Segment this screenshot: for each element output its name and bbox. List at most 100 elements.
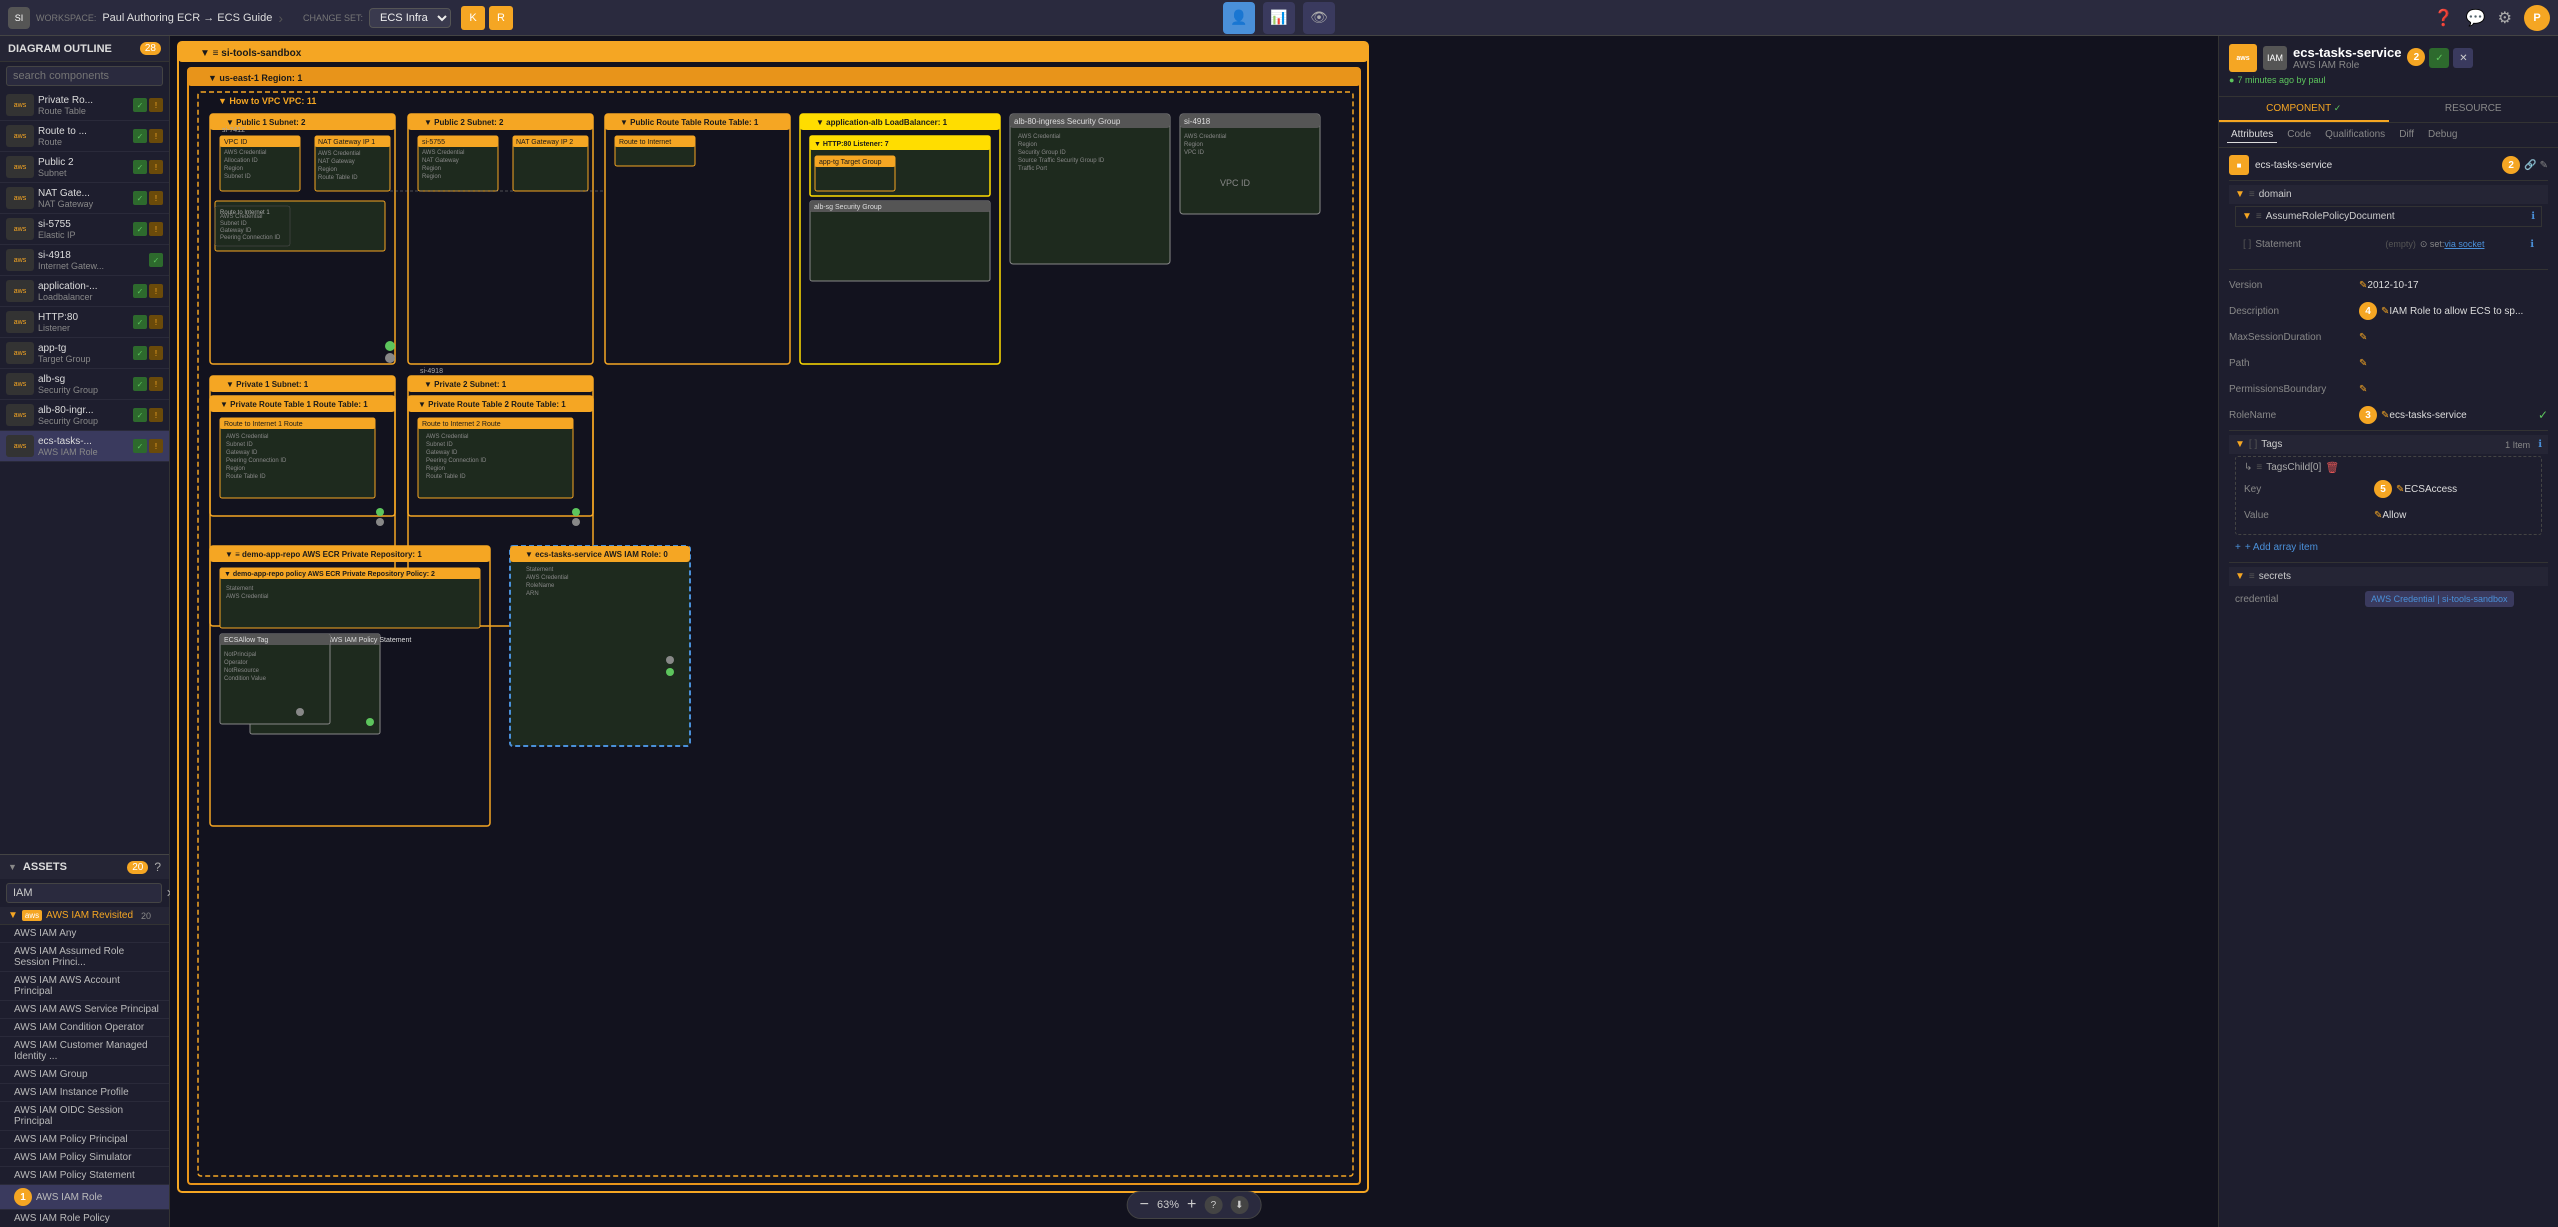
subtab-qualifications[interactable]: Qualifications (2321, 127, 2389, 143)
rp-close-button[interactable]: ✕ (2453, 48, 2473, 68)
person-icon[interactable]: 👤 (1223, 2, 1255, 34)
assets-search-input[interactable] (6, 883, 162, 903)
permissions-edit-icon[interactable]: ✎ (2359, 384, 2367, 395)
rp-name-color-swatch[interactable]: ■ (2229, 155, 2249, 175)
sidebar-item-application-text: application-... Loadbalancer (38, 281, 129, 302)
rp-panel-content: ■ ecs-tasks-service 2 🔗 ✎ ▼ ≡ domain (2219, 148, 2558, 1227)
subtab-diff[interactable]: Diff (2395, 127, 2418, 143)
asset-iam-instance[interactable]: AWS IAM Instance Profile (0, 1084, 169, 1102)
key-edit-icon[interactable]: ✎ (2396, 484, 2404, 495)
tags-child-delete-icon[interactable]: 🗑 (2325, 461, 2339, 474)
asset-iam-group[interactable]: AWS IAM Group (0, 1066, 169, 1084)
zoom-in-button[interactable]: + (1187, 1196, 1196, 1214)
sidebar-item-si5755[interactable]: aws si-5755 Elastic IP ✓ ! (0, 214, 169, 245)
sidebar-item-nat-gate[interactable]: aws NAT Gate... NAT Gateway ✓ ! (0, 183, 169, 214)
svg-text:AWS Credential: AWS Credential (318, 151, 360, 157)
version-edit-icon[interactable]: ✎ (2359, 280, 2367, 291)
asset-iam-customer[interactable]: AWS IAM Customer Managed Identity ... (0, 1037, 169, 1066)
description-edit-icon[interactable]: ✎ (2381, 306, 2389, 317)
eye-icon[interactable]: 👁 (1303, 2, 1335, 34)
svg-text:NAT Gateway IP 1: NAT Gateway IP 1 (318, 139, 375, 146)
help-icon[interactable]: ❓ (2434, 8, 2454, 28)
sidebar-item-si5755-sub: Elastic IP (38, 230, 129, 240)
tags-info-icon[interactable]: ℹ (2538, 439, 2542, 450)
check-icon-6: ✓ (149, 253, 163, 267)
subtab-debug[interactable]: Debug (2424, 127, 2461, 143)
assets-category-iam[interactable]: ▼ aws AWS IAM Revisited 20 (0, 907, 169, 925)
rp-assume-role-header[interactable]: ▼ ≡ AssumeRolePolicyDocument ℹ (2235, 206, 2542, 227)
assume-info-icon[interactable]: ℹ (2531, 211, 2535, 222)
sidebar-item-si5755-name: si-5755 (38, 219, 129, 230)
sidebar-item-public2[interactable]: aws Public 2 Subnet ✓ ! (0, 152, 169, 183)
asset-iam-policy-principal[interactable]: AWS IAM Policy Principal (0, 1131, 169, 1149)
sidebar-item-albsg[interactable]: aws alb-sg Security Group ✓ ! (0, 369, 169, 400)
rp-domain-header[interactable]: ▼ ≡ domain (2229, 185, 2548, 204)
sidebar-item-ecstasks[interactable]: aws ecs-tasks-... AWS IAM Role ✓ ! (0, 431, 169, 462)
asset-iam-oidc[interactable]: AWS IAM OIDC Session Principal (0, 1102, 169, 1131)
sidebar-item-route-to[interactable]: aws Route to ... Route ✓ ! (0, 121, 169, 152)
sidebar-item-si4918[interactable]: aws si-4918 Internet Gatew... ✓ (0, 245, 169, 276)
rp-link-icon[interactable]: 🔗 (2524, 160, 2536, 171)
assets-icon-left: ▼ (8, 862, 17, 872)
path-edit-icon[interactable]: ✎ (2359, 358, 2367, 369)
sidebar-item-application[interactable]: aws application-... Loadbalancer ✓ ! (0, 276, 169, 307)
asset-iam-policy-statement[interactable]: AWS IAM Policy Statement (0, 1167, 169, 1185)
sidebar-item-ecstasks-text: ecs-tasks-... AWS IAM Role (38, 436, 129, 457)
rp-secrets-header[interactable]: ▼ ≡ secrets (2229, 567, 2548, 586)
sidebar-item-ecstasks-name: ecs-tasks-... (38, 436, 129, 447)
rolename-edit-icon[interactable]: ✎ (2381, 410, 2389, 421)
statement-info-icon[interactable]: ℹ (2530, 239, 2534, 250)
asset-iam-policy-simulator[interactable]: AWS IAM Policy Simulator (0, 1149, 169, 1167)
settings-icon[interactable]: ⚙ (2498, 8, 2512, 28)
diagram-svg: ▼ ≡ si-tools-sandbox ▼ us-east-1 Region:… (170, 36, 2218, 1227)
warning-icon: ! (149, 98, 163, 112)
sidebar-item-http80[interactable]: aws HTTP:80 Listener ✓ ! (0, 307, 169, 338)
value-edit-icon[interactable]: ✎ (2374, 510, 2382, 521)
asset-iam-service[interactable]: AWS IAM AWS Service Principal (0, 1001, 169, 1019)
svg-text:Region: Region (1018, 142, 1037, 148)
svg-text:Peering Connection ID: Peering Connection ID (426, 458, 487, 464)
rp-edit-name-icon[interactable]: ✎ (2540, 160, 2548, 171)
tab-component[interactable]: COMPONENT ✓ (2219, 97, 2389, 122)
svg-text:AWS Credential: AWS Credential (526, 575, 568, 581)
svg-text:Subnet ID: Subnet ID (426, 442, 453, 448)
asset-iam-role[interactable]: 1 AWS IAM Role (0, 1185, 169, 1210)
sidebar-item-alb80ingr[interactable]: aws alb-80-ingr... Security Group ✓ ! (0, 400, 169, 431)
assets-help-icon[interactable]: ? (154, 860, 161, 874)
chart-icon[interactable]: 📊 (1263, 2, 1295, 34)
asset-iam-role-policy[interactable]: AWS IAM Role Policy (0, 1210, 169, 1227)
svg-text:si-4918: si-4918 (420, 368, 443, 375)
k-button[interactable]: K (461, 6, 485, 30)
via-socket-link[interactable]: via socket (2444, 239, 2484, 249)
svg-text:Region: Region (422, 166, 441, 172)
diagram-outline-title: DIAGRAM OUTLINE (8, 43, 112, 55)
sidebar-item-nat-actions: ✓ ! (133, 191, 163, 205)
subtab-code[interactable]: Code (2283, 127, 2315, 143)
asset-iam-any[interactable]: AWS IAM Any (0, 925, 169, 943)
subtab-attributes[interactable]: Attributes (2227, 127, 2277, 143)
rp-component-type: AWS IAM Role (2293, 60, 2401, 71)
add-array-item-button[interactable]: + + Add array item (2235, 539, 2542, 556)
change-set-select[interactable]: ECS Infra (369, 8, 451, 28)
search-input[interactable] (6, 66, 163, 86)
zoom-download-button[interactable]: ⬇ (1230, 1196, 1248, 1214)
sidebar-item-private-ro-text: Private Ro... Route Table (38, 95, 129, 116)
sidebar-item-apptg[interactable]: aws app-tg Target Group ✓ ! (0, 338, 169, 369)
svg-text:Source Traffic Security Group: Source Traffic Security Group ID (1018, 158, 1105, 164)
zoom-out-button[interactable]: − (1140, 1196, 1149, 1214)
sidebar-item-private-ro[interactable]: aws Private Ro... Route Table ✓ ! (0, 90, 169, 121)
rp-tags-header[interactable]: ▼ [ ] Tags 1 Item ℹ (2229, 435, 2548, 454)
main-canvas[interactable]: ▼ ≡ si-tools-sandbox ▼ us-east-1 Region:… (170, 36, 2218, 1227)
asset-iam-assumed[interactable]: AWS IAM Assumed Role Session Princi... (0, 943, 169, 972)
discord-icon[interactable]: 💬 (2466, 8, 2486, 28)
tab-resource[interactable]: RESOURCE (2389, 97, 2558, 122)
svg-text:Region: Region (226, 466, 245, 472)
r-button[interactable]: R (489, 6, 513, 30)
asset-iam-condition[interactable]: AWS IAM Condition Operator (0, 1019, 169, 1037)
profile-avatar[interactable]: P (2524, 5, 2550, 31)
asset-iam-account[interactable]: AWS IAM AWS Account Principal (0, 972, 169, 1001)
maxsession-label: MaxSessionDuration (2229, 332, 2359, 343)
zoom-help-button[interactable]: ? (1204, 1196, 1222, 1214)
rp-check-button[interactable]: ✓ (2429, 48, 2449, 68)
maxsession-edit-icon[interactable]: ✎ (2359, 332, 2367, 343)
